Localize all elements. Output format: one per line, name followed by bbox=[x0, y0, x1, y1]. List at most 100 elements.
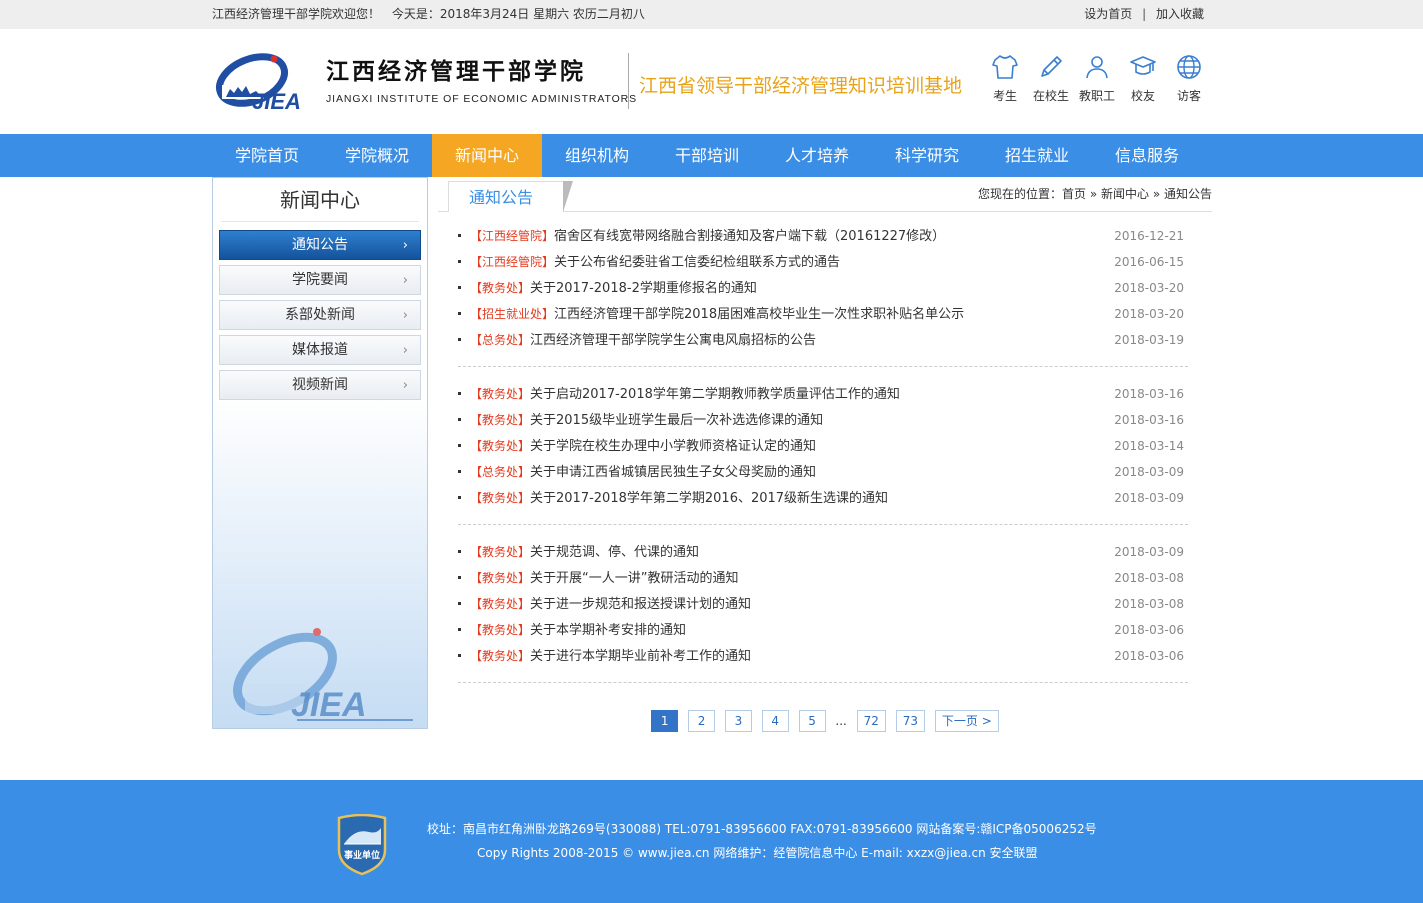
news-title[interactable]: 江西经济管理干部学院学生公寓电风扇招标的公告 bbox=[530, 333, 816, 348]
sidebar-item-dept-news[interactable]: 系部处新闻 › bbox=[219, 300, 421, 330]
page-ellipsis: ... bbox=[835, 714, 847, 728]
nav-item-organization[interactable]: 组织机构 bbox=[542, 134, 652, 177]
tab-corner bbox=[563, 181, 573, 212]
quick-link-applicant[interactable]: 考生 bbox=[982, 53, 1028, 104]
today-date: 今天是：2018年3月24日 星期六 农历二月初八 bbox=[391, 7, 645, 21]
sidebar-title: 新闻中心 bbox=[221, 178, 419, 222]
nav-item-home[interactable]: 学院首页 bbox=[212, 134, 322, 177]
quick-link-staff[interactable]: 教职工 bbox=[1074, 53, 1120, 104]
nav-item-cadre-training[interactable]: 干部培训 bbox=[652, 134, 762, 177]
quick-link-visitor[interactable]: 访客 bbox=[1166, 53, 1212, 104]
news-title[interactable]: 宿舍区有线宽带网络融合割接通知及客户端下载（20161227修改） bbox=[554, 229, 945, 244]
news-date: 2018-03-06 bbox=[1114, 649, 1184, 663]
news-title[interactable]: 关于2017-2018-2学期重修报名的通知 bbox=[530, 281, 757, 296]
sidebar-item-video[interactable]: 视频新闻 › bbox=[219, 370, 421, 400]
page-72[interactable]: 72 bbox=[856, 710, 886, 732]
news-group: 【江西经管院】宿舍区有线宽带网络融合割接通知及客户端下载（20161227修改）… bbox=[458, 212, 1188, 367]
news-item[interactable]: 【教务处】关于开展“一人一讲”教研活动的通知 2018-03-08 bbox=[458, 565, 1188, 591]
news-dept-tag: 【教务处】 bbox=[470, 413, 531, 427]
chevron-right-icon: › bbox=[402, 238, 408, 253]
news-title[interactable]: 关于开展“一人一讲”教研活动的通知 bbox=[530, 571, 738, 586]
news-title[interactable]: 关于2017-2018学年第二学期2016、2017级新生选课的通知 bbox=[530, 491, 888, 506]
news-title[interactable]: 关于进一步规范和报送授课计划的通知 bbox=[530, 597, 751, 612]
news-item[interactable]: 【教务处】关于进行本学期毕业前补考工作的通知 2018-03-06 bbox=[458, 643, 1188, 669]
news-item[interactable]: 【教务处】关于本学期补考安排的通知 2018-03-06 bbox=[458, 617, 1188, 643]
next-page-button[interactable]: 下一页 > bbox=[934, 710, 999, 732]
badge-text: 事业单位 bbox=[344, 849, 380, 861]
news-date: 2018-03-08 bbox=[1114, 597, 1184, 611]
news-title[interactable]: 关于2015级毕业班学生最后一次补选选修课的通知 bbox=[530, 413, 823, 428]
news-title[interactable]: 关于学院在校生办理中小学教师资格证认定的通知 bbox=[530, 439, 816, 454]
news-item[interactable]: 【总务处】江西经济管理干部学院学生公寓电风扇招标的公告 2018-03-19 bbox=[458, 327, 1188, 353]
chevron-right-icon: › bbox=[402, 343, 408, 358]
news-item[interactable]: 【教务处】关于2017-2018-2学期重修报名的通知 2018-03-20 bbox=[458, 275, 1188, 301]
news-item[interactable]: 【教务处】关于学院在校生办理中小学教师资格证认定的通知 2018-03-14 bbox=[458, 433, 1188, 459]
news-dept-tag: 【教务处】 bbox=[470, 571, 531, 585]
news-item[interactable]: 【江西经管院】宿舍区有线宽带网络融合割接通知及客户端下载（20161227修改）… bbox=[458, 223, 1188, 249]
news-title[interactable]: 关于本学期补考安排的通知 bbox=[530, 623, 686, 638]
news-dept-tag: 【总务处】 bbox=[470, 333, 531, 347]
sidebar-item-media[interactable]: 媒体报道 › bbox=[219, 335, 421, 365]
news-item[interactable]: 【招生就业处】江西经济管理干部学院2018届困难高校毕业生一次性求职补贴名单公示… bbox=[458, 301, 1188, 327]
main-area: 新闻中心 通知公告 › 学院要闻 › 系部处新闻 › 媒体报道 › 视频新闻 › JIEA… bbox=[212, 177, 1212, 780]
sidebar: 新闻中心 通知公告 › 学院要闻 › 系部处新闻 › 媒体报道 › 视频新闻 › JIEA bbox=[212, 177, 428, 729]
quick-link-student[interactable]: 在校生 bbox=[1028, 53, 1074, 104]
news-date: 2018-03-14 bbox=[1114, 439, 1184, 453]
news-date: 2018-03-20 bbox=[1114, 307, 1184, 321]
quick-link-label: 考生 bbox=[992, 89, 1017, 103]
news-dept-tag: 【教务处】 bbox=[470, 387, 531, 401]
news-dept-tag: 【总务处】 bbox=[470, 465, 531, 479]
news-title[interactable]: 关于公布省纪委驻省工信委纪检组联系方式的通告 bbox=[554, 255, 840, 270]
quick-link-alumni[interactable]: 校友 bbox=[1120, 53, 1166, 104]
page-1[interactable]: 1 bbox=[651, 710, 679, 732]
sidebar-item-label: 通知公告 bbox=[292, 237, 348, 253]
nav-item-news[interactable]: 新闻中心 bbox=[432, 134, 542, 177]
logo-watermark-icon: JIEA bbox=[233, 628, 413, 724]
page-2[interactable]: 2 bbox=[688, 710, 716, 732]
news-item[interactable]: 【总务处】关于申请江西省城镇居民独生子女父母奖励的通知 2018-03-09 bbox=[458, 459, 1188, 485]
news-item[interactable]: 【教务处】关于启动2017-2018学年第二学期教师教学质量评估工作的通知 201… bbox=[458, 381, 1188, 407]
news-dept-tag: 【江西经管院】 bbox=[470, 229, 555, 243]
news-title[interactable]: 关于规范调、停、代课的通知 bbox=[530, 545, 699, 560]
news-item[interactable]: 【教务处】关于进一步规范和报送授课计划的通知 2018-03-08 bbox=[458, 591, 1188, 617]
news-date: 2018-03-08 bbox=[1114, 571, 1184, 585]
quick-link-label: 访客 bbox=[1176, 89, 1201, 103]
news-title[interactable]: 关于申请江西省城镇居民独生子女父母奖励的通知 bbox=[530, 465, 816, 480]
sidebar-item-label: 系部处新闻 bbox=[285, 307, 355, 323]
nav-item-research[interactable]: 科学研究 bbox=[872, 134, 982, 177]
news-title[interactable]: 关于启动2017-2018学年第二学期教师教学质量评估工作的通知 bbox=[530, 387, 900, 402]
news-item[interactable]: 【教务处】关于2017-2018学年第二学期2016、2017级新生选课的通知 2… bbox=[458, 485, 1188, 511]
main-nav: 学院首页 学院概况 新闻中心 组织机构 干部培训 人才培养 科学研究 招生就业 … bbox=[0, 134, 1423, 177]
news-title[interactable]: 江西经济管理干部学院2018届困难高校毕业生一次性求职补贴名单公示 bbox=[554, 307, 964, 322]
sidebar-item-label: 媒体报道 bbox=[292, 342, 348, 358]
section-tab: 通知公告 bbox=[448, 181, 573, 212]
school-name-cn: 江西经济管理干部学院 bbox=[326, 58, 586, 85]
news-dept-tag: 【教务处】 bbox=[470, 597, 531, 611]
logo-letters: JIEA bbox=[252, 89, 301, 114]
nav-item-about[interactable]: 学院概况 bbox=[322, 134, 432, 177]
news-list: 【江西经管院】宿舍区有线宽带网络融合割接通知及客户端下载（20161227修改）… bbox=[438, 212, 1212, 683]
sidebar-item-notices[interactable]: 通知公告 › bbox=[219, 230, 421, 260]
news-item[interactable]: 【江西经管院】关于公布省纪委驻省工信委纪检组联系方式的通告 2016-06-15 bbox=[458, 249, 1188, 275]
news-date: 2018-03-09 bbox=[1114, 465, 1184, 479]
nav-item-info-service[interactable]: 信息服务 bbox=[1092, 134, 1202, 177]
school-logo[interactable]: JIEA 江西经济管理干部学院 JIANGXI INSTITUTE OF ECO… bbox=[212, 47, 636, 117]
logo-emblem-icon: JIEA bbox=[216, 53, 301, 114]
page-73[interactable]: 73 bbox=[895, 710, 926, 732]
page-5[interactable]: 5 bbox=[798, 710, 826, 732]
news-item[interactable]: 【教务处】关于规范调、停、代课的通知 2018-03-09 bbox=[458, 539, 1188, 565]
header-slogan: 江西省领导干部经济管理知识培训基地 bbox=[639, 75, 963, 97]
sidebar-item-college-news[interactable]: 学院要闻 › bbox=[219, 265, 421, 295]
page-3[interactable]: 3 bbox=[724, 710, 752, 732]
set-home-link[interactable]: 设为首页 bbox=[1084, 7, 1132, 21]
nav-item-admission[interactable]: 招生就业 bbox=[982, 134, 1092, 177]
news-date: 2016-12-21 bbox=[1114, 229, 1184, 243]
header-divider bbox=[628, 53, 629, 109]
user-icon bbox=[1086, 56, 1108, 79]
page-4[interactable]: 4 bbox=[761, 710, 789, 732]
add-favorite-link[interactable]: 加入收藏 bbox=[1156, 7, 1204, 21]
nav-item-education[interactable]: 人才培养 bbox=[762, 134, 872, 177]
news-item[interactable]: 【教务处】关于2015级毕业班学生最后一次补选选修课的通知 2018-03-16 bbox=[458, 407, 1188, 433]
public-institution-badge-icon[interactable]: 事业单位 bbox=[335, 814, 389, 876]
news-title[interactable]: 关于进行本学期毕业前补考工作的通知 bbox=[530, 649, 751, 664]
